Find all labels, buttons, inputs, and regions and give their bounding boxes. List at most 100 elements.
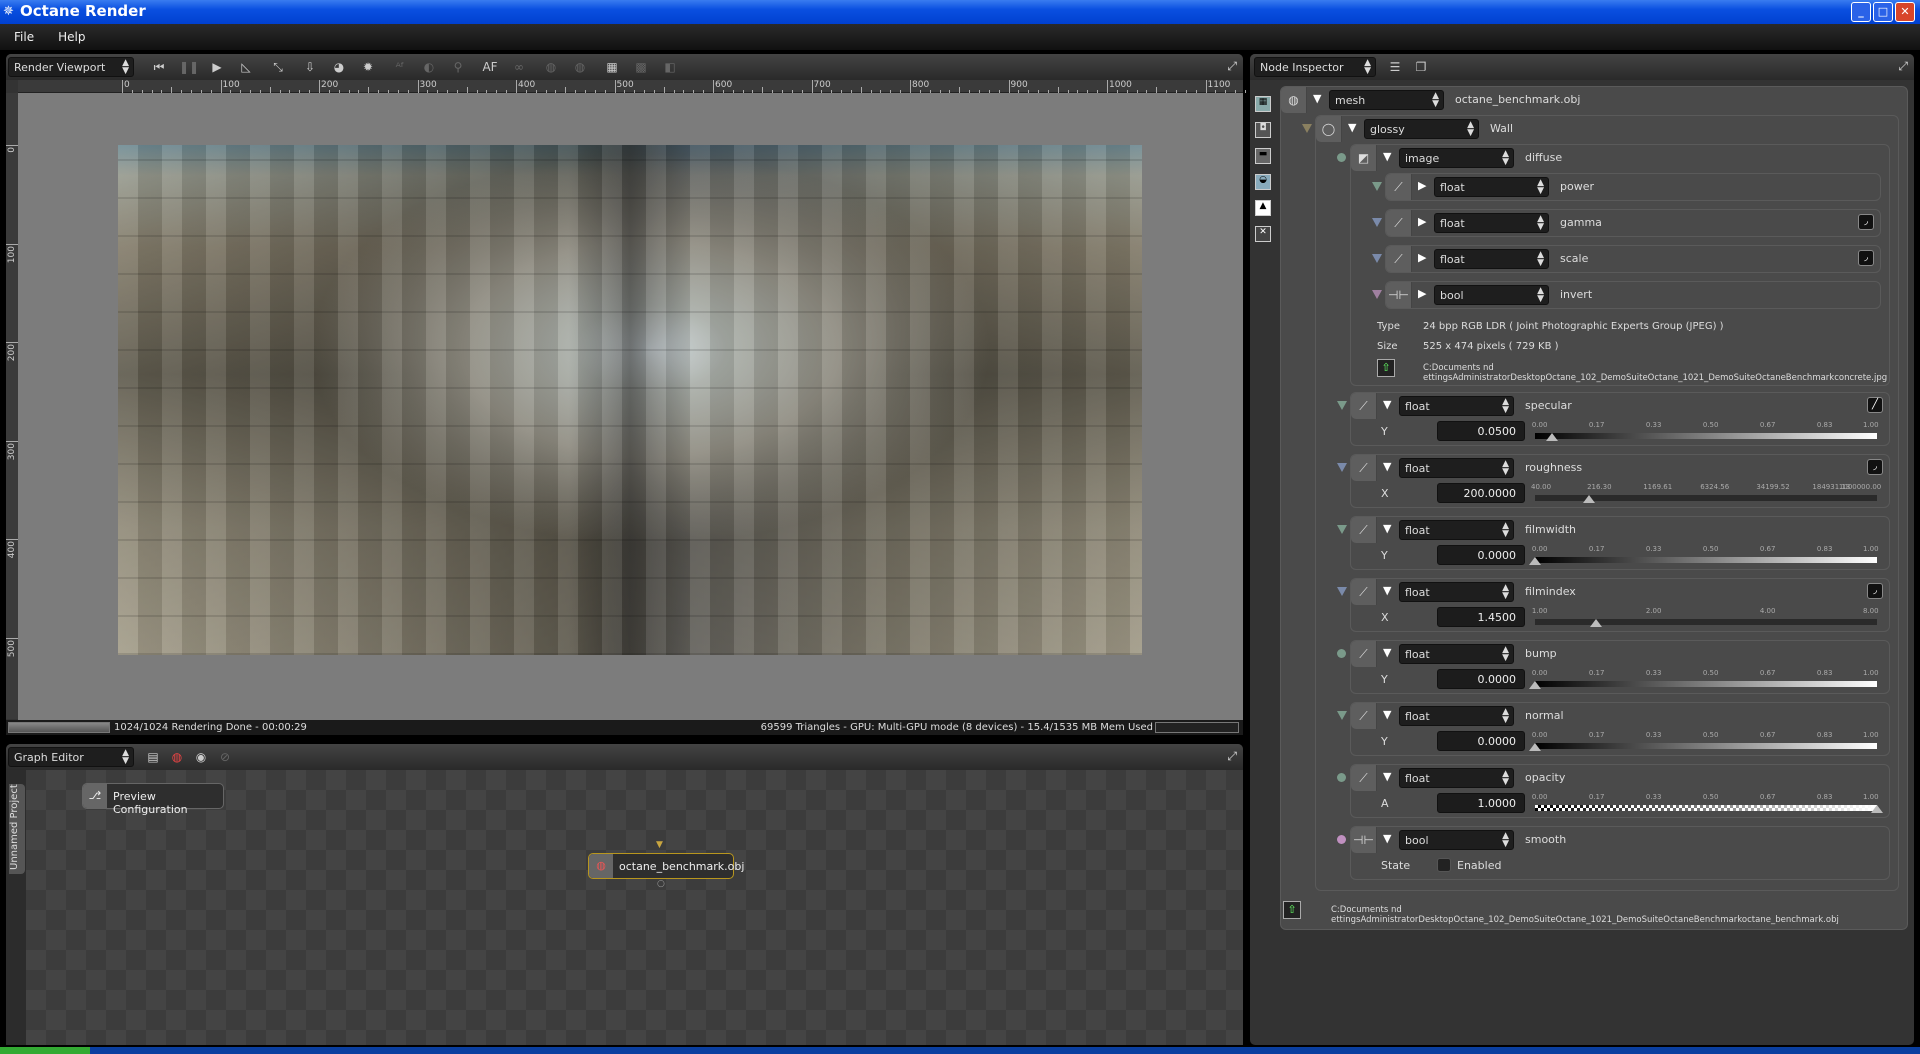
focus-picker-icon[interactable]: ◺ (237, 58, 255, 76)
lock-icon[interactable]: ◍ (542, 58, 560, 76)
float-icon[interactable]: ⟋ (1351, 641, 1377, 667)
expand-arrow-icon[interactable]: ▶ (1418, 287, 1426, 300)
pin-triangle-icon[interactable] (1337, 401, 1347, 410)
value-field[interactable]: 200.0000 (1437, 483, 1525, 503)
node-type-select[interactable]: bool ▲ ▼ (1434, 285, 1549, 305)
pin-triangle-icon[interactable] (1337, 463, 1347, 472)
collapse-arrow-icon[interactable]: ▼ (1383, 460, 1391, 473)
slider-handle[interactable] (1529, 743, 1541, 751)
value-slider[interactable]: 0.00 0.17 0.33 0.50 0.67 0.83 1.00 (1529, 731, 1879, 753)
collapse-arrow-icon[interactable]: ▼ (1383, 398, 1391, 411)
pin-triangle-icon[interactable] (1372, 182, 1382, 191)
pin-dot-icon[interactable] (1337, 773, 1346, 782)
stereo-icon[interactable]: ∞ (510, 58, 528, 76)
tab-unnamed-project[interactable]: Unnamed Project (9, 784, 25, 874)
slider-handle[interactable] (1529, 557, 1541, 565)
bool-icon[interactable]: ⊣⊢ (1386, 282, 1412, 308)
expand-all-icon[interactable]: ❐ (1412, 58, 1430, 76)
value-slider[interactable]: 0.00 0.17 0.33 0.50 0.67 0.83 1.00 (1529, 669, 1879, 691)
node-type-select[interactable]: float ▲ ▼ (1399, 582, 1514, 602)
pin-triangle-icon[interactable] (1302, 124, 1312, 133)
value-field[interactable]: 0.0000 (1437, 669, 1525, 689)
collapse-arrow-icon[interactable]: ▼ (1383, 832, 1391, 845)
node-type-select[interactable]: image ▲ ▼ (1399, 148, 1514, 168)
float-icon[interactable]: ⟋ (1386, 174, 1412, 200)
node-type-select[interactable]: float ▲ ▼ (1434, 249, 1549, 269)
pin-triangle-icon[interactable] (1337, 525, 1347, 534)
node-type-select[interactable]: glossy ▲ ▼ (1364, 119, 1479, 139)
slider-track[interactable] (1535, 805, 1877, 811)
fullscreen-icon[interactable]: ⤢ (1227, 59, 1237, 74)
pin-triangle-icon[interactable] (1372, 254, 1382, 263)
float-icon[interactable]: ⟋ (1386, 246, 1412, 272)
float-icon[interactable]: ⟋ (1386, 210, 1412, 236)
environment-icon[interactable]: ◒ (1255, 174, 1271, 190)
image-texture-icon[interactable]: ◩ (1351, 145, 1377, 171)
menu-file[interactable]: File (0, 24, 34, 44)
panel-type-select[interactable]: Graph Editor ▲ ▼ (8, 747, 134, 767)
node-type-select[interactable]: float ▲ ▼ (1434, 177, 1549, 197)
value-slider[interactable]: 0.00 0.17 0.33 0.50 0.67 0.83 1.00 (1532, 793, 1883, 815)
slider-track[interactable] (1535, 433, 1877, 439)
float-icon[interactable]: ⟋ (1351, 579, 1377, 605)
camera-icon[interactable]: ◘ (1255, 122, 1271, 138)
save-render-icon[interactable]: ⇩ (301, 58, 319, 76)
menu-help[interactable]: Help (44, 24, 85, 44)
bool-icon[interactable]: ⊣⊢ (1351, 827, 1377, 853)
pin-triangle-icon[interactable] (1372, 218, 1382, 227)
slider-track[interactable] (1535, 743, 1877, 749)
collapse-arrow-icon[interactable]: ▼ (1383, 646, 1391, 659)
slider-track[interactable] (1535, 557, 1877, 563)
collapse-arrow-icon[interactable]: ▼ (1383, 150, 1391, 163)
node-type-select[interactable]: float ▲ ▼ (1399, 644, 1514, 664)
viewport-canvas[interactable] (18, 93, 1243, 720)
node-type-select[interactable]: float ▲ ▼ (1399, 706, 1514, 726)
collapse-arrow-icon[interactable]: ▼ (1383, 770, 1391, 783)
mesh-icon[interactable]: ◍ (1281, 87, 1307, 113)
value-field[interactable]: 0.0000 (1437, 545, 1525, 565)
glossy-material-icon[interactable]: ◯ (1316, 116, 1342, 142)
new-material-icon[interactable]: ◉ (192, 748, 210, 766)
curve-icon[interactable]: ◞ (1867, 459, 1883, 475)
value-slider[interactable]: 40.00 216.30 1169.61 6324.56 34199.52 184931.… (1531, 483, 1881, 505)
output-pin-icon[interactable]: ○ (657, 879, 665, 889)
kernel-icon[interactable]: ✕ (1255, 226, 1271, 242)
pin-dot-icon[interactable] (1337, 835, 1346, 844)
play-icon[interactable]: ▶ (208, 58, 226, 76)
checker-icon[interactable]: ▩ (632, 58, 650, 76)
recenter-icon[interactable]: ⤡ (269, 58, 287, 76)
pin-triangle-icon[interactable] (1337, 587, 1347, 596)
minimize-button[interactable]: _ (1851, 2, 1871, 22)
expand-arrow-icon[interactable]: ▶ (1418, 215, 1426, 228)
graph-canvas[interactable]: ⎇ Preview Configuration ◍ octane_benchmark… (26, 770, 1243, 1045)
value-slider[interactable]: 0.00 0.17 0.33 0.50 0.67 0.83 1.00 (1532, 421, 1879, 443)
slider-handle[interactable] (1871, 805, 1883, 813)
alpha-icon[interactable]: ▦ (603, 58, 621, 76)
delete-node-icon[interactable]: ⊘ (216, 748, 234, 766)
pin-dot-icon[interactable] (1337, 649, 1346, 658)
curve-icon[interactable]: ◞ (1858, 214, 1874, 230)
load-file-button[interactable]: ⇧ (1377, 359, 1395, 377)
image-settings-icon[interactable]: ▲ (1255, 200, 1271, 216)
float-icon[interactable]: ⟋ (1351, 765, 1377, 791)
node-type-select[interactable]: float ▲ ▼ (1399, 520, 1514, 540)
render-image[interactable] (118, 145, 1142, 655)
slider-handle[interactable] (1529, 681, 1541, 689)
new-project-icon[interactable]: ▤ (144, 748, 162, 766)
unlock-icon[interactable]: ◍ (571, 58, 589, 76)
collapse-arrow-icon[interactable]: ▼ (1313, 92, 1321, 105)
restart-icon[interactable]: ⏮ (150, 58, 168, 76)
split-icon[interactable]: ◧ (661, 58, 679, 76)
float-icon[interactable]: ⟋ (1351, 393, 1377, 419)
node-type-select[interactable]: bool ▲ ▼ (1399, 830, 1514, 850)
slider-handle[interactable] (1546, 433, 1559, 441)
value-field[interactable]: 1.0000 (1437, 793, 1525, 813)
node-type-select[interactable]: float ▲ ▼ (1399, 768, 1514, 788)
input-pin-icon[interactable]: ▼ (656, 840, 663, 850)
collapse-arrow-icon[interactable]: ▼ (1383, 584, 1391, 597)
node-type-select[interactable]: float ▲ ▼ (1399, 458, 1514, 478)
node-type-select[interactable]: float ▲ ▼ (1434, 213, 1549, 233)
enabled-checkbox[interactable] (1437, 858, 1451, 872)
fullscreen-icon[interactable]: ⤢ (1898, 59, 1908, 74)
float-icon[interactable]: ⟋ (1351, 455, 1377, 481)
